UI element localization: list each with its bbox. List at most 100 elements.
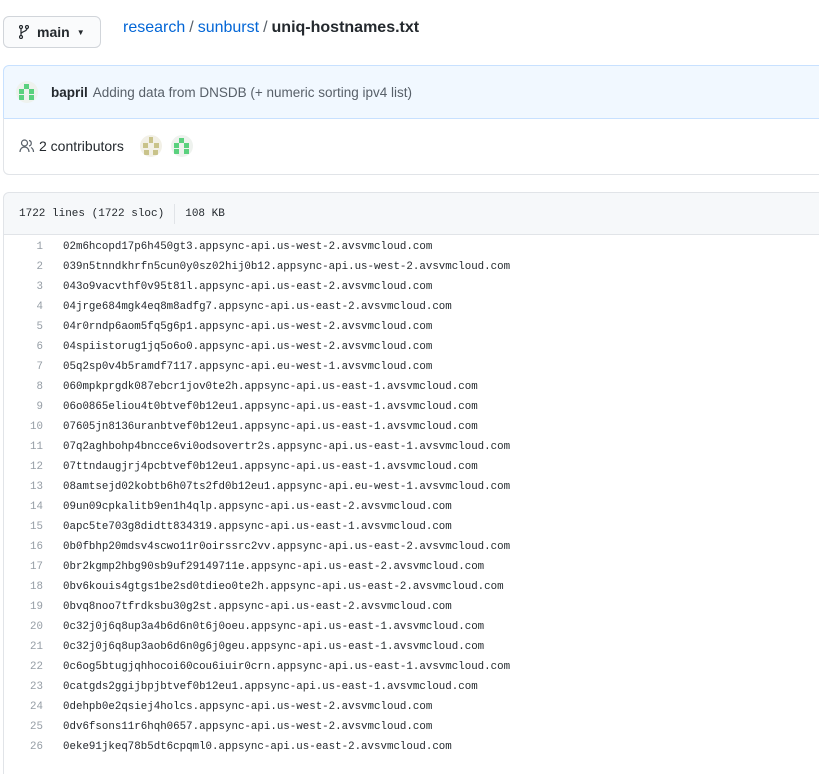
breadcrumb: research / sunburst / uniq-hostnames.txt <box>123 19 419 37</box>
contributor-avatar[interactable] <box>170 135 193 157</box>
caret-down-icon: ▼ <box>76 27 85 37</box>
code-line: 19 0bvq8noo7tfrdksbu30g2st.appsync-api.us… <box>4 597 452 617</box>
code-line: 15 0apc5te703g8didtt834319.appsync-api.us… <box>4 517 452 537</box>
line-number[interactable]: 11 <box>4 441 43 453</box>
file-info-header: 1722 lines (1722 sloc) 108 KB <box>3 192 819 235</box>
line-content: 04spiistorug1jq5o6o0.appsync-api.us-west… <box>63 341 433 353</box>
branch-select-button[interactable]: main ▼ <box>3 16 101 48</box>
line-content: 07ttndaugjrj4pcbtvef0b12eu1.appsync-api.… <box>63 461 478 473</box>
line-number[interactable]: 8 <box>4 381 43 393</box>
code-line: 2 039n5tnndkhrfn5cun0y0sz02hij0b12.appsyn… <box>4 257 511 277</box>
line-number[interactable]: 15 <box>4 521 43 533</box>
file-size: 108 KB <box>185 207 225 220</box>
line-number[interactable]: 5 <box>4 321 43 333</box>
line-content: 0b0fbhp20mdsv4scwo11r0oirssrc2vv.appsync… <box>63 541 511 553</box>
line-content: 07605jn8136uranbtvef0b12eu1.appsync-api.… <box>63 421 478 433</box>
author-avatar[interactable] <box>16 81 38 103</box>
code-line: 26 0eke91jkeq78b5dt6cpqml0.appsync-api.us… <box>4 737 452 757</box>
line-number[interactable]: 12 <box>4 461 43 473</box>
latest-commit-bar: bapril Adding data from DNSDB (+ numeric… <box>3 65 819 119</box>
code-line: 20 0c32j0j6q8up3a4b6d6n0t6j0oeu.appsync-a… <box>4 617 484 637</box>
line-number[interactable]: 2 <box>4 261 43 273</box>
line-number[interactable]: 19 <box>4 601 43 613</box>
code-line: 1 02m6hcopd17p6h450gt3.appsync-api.us-wes… <box>4 237 433 257</box>
contributor-avatar[interactable] <box>139 135 162 157</box>
line-content: 07q2aghbohp4bncce6vi0odsovertr2s.appsync… <box>63 441 511 453</box>
code-line: 4 04jrge684mgk4eq8m8adfg7.appsync-api.us-… <box>4 297 452 317</box>
line-content: 0c32j0j6q8up3a4b6d6n0t6j0oeu.appsync-api… <box>63 621 485 633</box>
line-content: 043o9vacvthf0v95t81l.appsync-api.us-east… <box>63 281 433 293</box>
line-content: 04r0rndp6aom5fq5g6p1.appsync-api.us-west… <box>63 321 433 333</box>
people-icon <box>19 139 35 153</box>
line-content: 0eke91jkeq78b5dt6cpqml0.appsync-api.us-e… <box>63 741 452 753</box>
line-number[interactable]: 17 <box>4 561 43 573</box>
code-line: 14 09un09cpkalitb9en1h4qlp.appsync-api.us… <box>4 497 452 517</box>
code-line: 13 08amtsejd02kobtb6h07ts2fd0b12eu1.appsy… <box>4 477 510 497</box>
code-line: 16 0b0fbhp20mdsv4scwo11r0oirssrc2vv.appsy… <box>4 537 510 557</box>
line-content: 05q2sp0v4b5ramdf7117.appsync-api.eu-west… <box>63 361 433 373</box>
line-number[interactable]: 14 <box>4 501 43 513</box>
contributors-bar: 2 contributors <box>3 118 819 175</box>
line-number[interactable]: 23 <box>4 681 43 693</box>
code-line: 11 07q2aghbohp4bncce6vi0odsovertr2s.appsy… <box>4 437 510 457</box>
line-number[interactable]: 4 <box>4 301 43 313</box>
line-content: 0bvq8noo7tfrdksbu30g2st.appsync-api.us-e… <box>63 601 452 613</box>
line-content: 0br2kgmp2hbg90sb9uf29149711e.appsync-api… <box>63 561 485 573</box>
line-number[interactable]: 16 <box>4 541 43 553</box>
file-line-count: 1722 lines (1722 sloc) <box>19 207 165 220</box>
line-content: 0dehpb0e2qsiej4holcs.appsync-api.us-west… <box>63 701 433 713</box>
code-line: 9 06o0865eliou4t0btvef0b12eu1.appsync-api… <box>4 397 478 417</box>
branch-name: main <box>37 24 70 40</box>
line-content: 0dv6fsons11r6hqh0657.appsync-api.us-west… <box>63 721 433 733</box>
breadcrumb-repo-link[interactable]: research <box>123 19 185 36</box>
line-number[interactable]: 3 <box>4 281 43 293</box>
code-line: 5 04r0rndp6aom5fq5g6p1.appsync-api.us-wes… <box>4 317 433 337</box>
line-content: 0bv6kouis4gtgs1be2sd0tdieo0te2h.appsync-… <box>63 581 504 593</box>
line-content: 039n5tnndkhrfn5cun0y0sz02hij0b12.appsync… <box>63 261 511 273</box>
commit-message-link[interactable]: Adding data from DNSDB (+ numeric sortin… <box>93 85 412 100</box>
code-line: 3 043o9vacvthf0v95t81l.appsync-api.us-eas… <box>4 277 433 297</box>
code-line: 25 0dv6fsons11r6hqh0657.appsync-api.us-we… <box>4 717 432 737</box>
breadcrumb-separator: / <box>263 19 268 36</box>
line-content: 0apc5te703g8didtt834319.appsync-api.us-e… <box>63 521 452 533</box>
code-line: 24 0dehpb0e2qsiej4holcs.appsync-api.us-we… <box>4 697 432 717</box>
code-line: 12 07ttndaugjrj4pcbtvef0b12eu1.appsync-ap… <box>4 457 478 477</box>
git-branch-icon <box>19 25 29 39</box>
line-number[interactable]: 9 <box>4 401 43 413</box>
line-content: 02m6hcopd17p6h450gt3.appsync-api.us-west… <box>63 241 433 253</box>
line-number[interactable]: 18 <box>4 581 43 593</box>
code-line: 21 0c32j0j6q8up3aob6d6n0g6j0geu.appsync-a… <box>4 637 484 657</box>
line-number[interactable]: 13 <box>4 481 43 493</box>
breadcrumb-separator: / <box>189 19 194 36</box>
line-content: 09un09cpkalitb9en1h4qlp.appsync-api.us-e… <box>63 501 452 513</box>
code-line: 18 0bv6kouis4gtgs1be2sd0tdieo0te2h.appsyn… <box>4 577 504 597</box>
code-line: 23 0catgds2ggijbpjbtvef0b12eu1.appsync-ap… <box>4 677 478 697</box>
line-content: 08amtsejd02kobtb6h07ts2fd0b12eu1.appsync… <box>63 481 511 493</box>
code-line: 10 07605jn8136uranbtvef0b12eu1.appsync-ap… <box>4 417 478 437</box>
breadcrumb-file-name: uniq-hostnames.txt <box>271 19 420 36</box>
line-number[interactable]: 26 <box>4 741 43 753</box>
code-line: 22 0c6og5btugjqhhocoi60cou6iuir0crn.appsy… <box>4 657 510 677</box>
line-content: 06o0865eliou4t0btvef0b12eu1.appsync-api.… <box>63 401 478 413</box>
line-number[interactable]: 20 <box>4 621 43 633</box>
commit-author-link[interactable]: bapril <box>51 85 88 100</box>
code-line: 6 04spiistorug1jq5o6o0.appsync-api.us-wes… <box>4 337 433 357</box>
line-number[interactable]: 24 <box>4 701 43 713</box>
line-content: 0catgds2ggijbpjbtvef0b12eu1.appsync-api.… <box>63 681 478 693</box>
line-number[interactable]: 7 <box>4 361 43 373</box>
divider <box>174 203 176 224</box>
code-line: 7 05q2sp0v4b5ramdf7117.appsync-api.eu-wes… <box>4 357 433 377</box>
line-number[interactable]: 21 <box>4 641 43 653</box>
line-content: 060mpkprgdk087ebcr1jov0te2h.appsync-api.… <box>63 381 478 393</box>
line-number[interactable]: 10 <box>4 421 43 433</box>
code-view: 1 02m6hcopd17p6h450gt3.appsync-api.us-wes… <box>3 234 819 774</box>
code-line: 8 060mpkprgdk087ebcr1jov0te2h.appsync-api… <box>4 377 478 397</box>
breadcrumb-folder-link[interactable]: sunburst <box>198 19 259 36</box>
line-content: 0c6og5btugjqhhocoi60cou6iuir0crn.appsync… <box>63 661 511 673</box>
line-number[interactable]: 22 <box>4 661 43 673</box>
line-number[interactable]: 1 <box>4 241 43 253</box>
line-number[interactable]: 6 <box>4 341 43 353</box>
contributors-count[interactable]: 2 contributors <box>39 138 124 154</box>
line-content: 0c32j0j6q8up3aob6d6n0g6j0geu.appsync-api… <box>63 641 485 653</box>
line-number[interactable]: 25 <box>4 721 43 733</box>
